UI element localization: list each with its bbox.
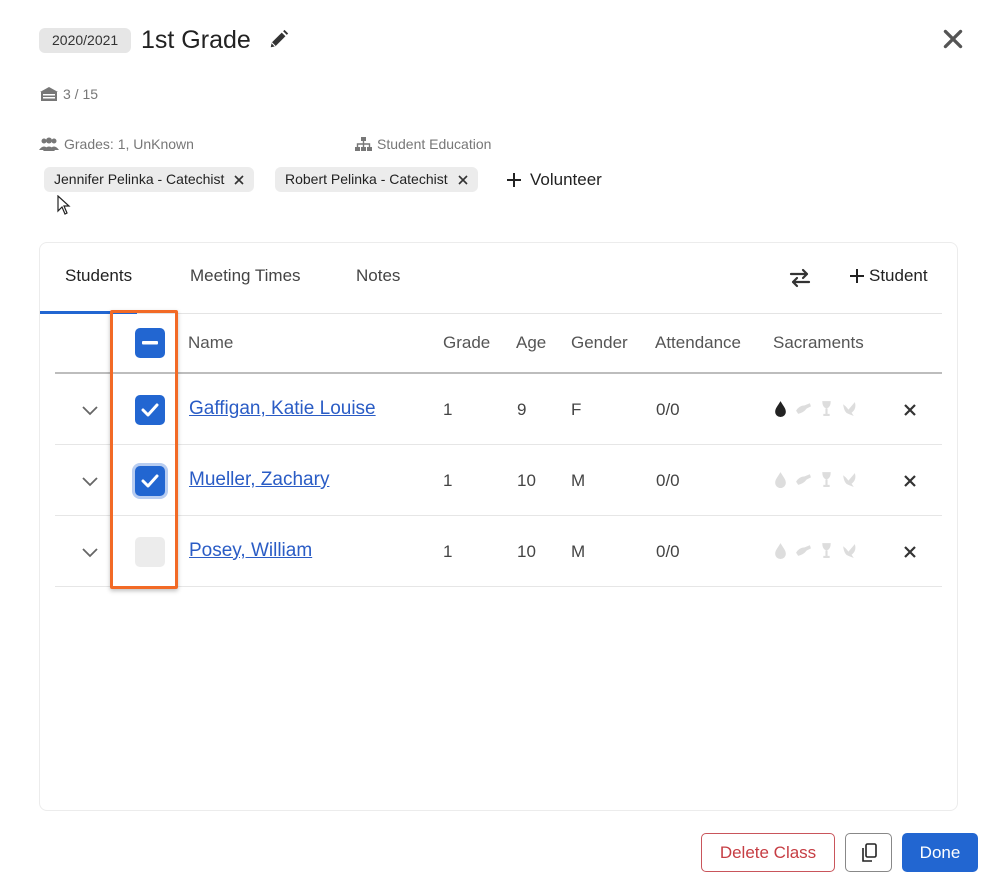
cell-attendance: 0/0 bbox=[656, 471, 680, 490]
copy-icon bbox=[861, 842, 877, 862]
volunteer-chip: Robert Pelinka - Catechist bbox=[275, 167, 478, 192]
cell-gender: M bbox=[571, 542, 586, 561]
column-header-name[interactable]: Name bbox=[188, 333, 233, 353]
dove-icon[interactable] bbox=[841, 400, 858, 417]
check-icon bbox=[141, 474, 159, 488]
check-icon bbox=[141, 403, 159, 417]
column-header-grade[interactable]: Grade bbox=[443, 333, 490, 353]
program-info: Student Education bbox=[355, 136, 491, 152]
chalice-icon[interactable] bbox=[818, 542, 835, 559]
classroom-icon bbox=[40, 87, 58, 101]
dove-icon[interactable] bbox=[841, 471, 858, 488]
add-student-label: Student bbox=[869, 266, 928, 285]
cell-age: 9 bbox=[517, 400, 527, 419]
chalice-icon[interactable] bbox=[818, 471, 835, 488]
row-checkbox[interactable] bbox=[135, 466, 165, 496]
add-volunteer-button[interactable]: Volunteer bbox=[506, 167, 602, 192]
cell-age: 10 bbox=[517, 542, 536, 561]
sacrament-icons bbox=[772, 400, 858, 417]
row-divider bbox=[55, 444, 942, 445]
grades-text: Grades: 1, UnKnown bbox=[64, 136, 194, 152]
row-checkbox[interactable] bbox=[135, 537, 165, 567]
chevron-down-icon[interactable] bbox=[80, 474, 100, 488]
volunteer-chip-label: Jennifer Pelinka - Catechist bbox=[54, 171, 225, 187]
chevron-down-icon[interactable] bbox=[80, 403, 100, 417]
sacrament-icons bbox=[772, 471, 858, 488]
remove-student-icon[interactable] bbox=[903, 474, 917, 488]
column-header-age[interactable]: Age bbox=[516, 333, 546, 353]
drop-icon[interactable] bbox=[772, 400, 789, 417]
remove-student-icon[interactable] bbox=[903, 403, 917, 417]
cell-attendance: 0/0 bbox=[656, 400, 680, 419]
add-volunteer-label: Volunteer bbox=[530, 170, 602, 189]
row-divider bbox=[55, 515, 942, 516]
row-divider bbox=[55, 586, 942, 587]
tab-notes[interactable]: Notes bbox=[356, 266, 400, 286]
chevron-down-icon[interactable] bbox=[80, 545, 100, 559]
capacity: 3 / 15 bbox=[39, 86, 98, 102]
student-name-link[interactable]: Posey, William bbox=[189, 540, 312, 562]
row-checkbox[interactable] bbox=[135, 395, 165, 425]
mouse-cursor-icon bbox=[57, 195, 71, 215]
add-student-button[interactable]: Student bbox=[849, 266, 928, 286]
plus-icon bbox=[850, 269, 864, 283]
chalice-icon[interactable] bbox=[818, 400, 835, 417]
grades-info: Grades: 1, UnKnown bbox=[39, 136, 194, 152]
hands-icon[interactable] bbox=[795, 471, 812, 488]
volunteer-chip-label: Robert Pelinka - Catechist bbox=[285, 171, 448, 187]
hands-icon[interactable] bbox=[795, 400, 812, 417]
close-icon[interactable] bbox=[940, 26, 966, 52]
drop-icon[interactable] bbox=[772, 542, 789, 559]
year-badge: 2020/2021 bbox=[39, 28, 132, 53]
select-all-checkbox[interactable] bbox=[135, 328, 165, 358]
cell-grade: 1 bbox=[443, 400, 453, 419]
program-text: Student Education bbox=[377, 136, 492, 152]
student-name-link[interactable]: Mueller, Zachary bbox=[189, 469, 329, 491]
volunteer-chip: Jennifer Pelinka - Catechist bbox=[44, 167, 255, 192]
page-title: 1st Grade bbox=[141, 26, 251, 54]
cell-gender: M bbox=[571, 471, 586, 490]
done-button[interactable]: Done bbox=[902, 833, 978, 872]
copy-button[interactable] bbox=[845, 833, 892, 872]
hands-icon[interactable] bbox=[795, 542, 812, 559]
plus-icon bbox=[507, 172, 521, 187]
remove-student-icon[interactable] bbox=[903, 545, 917, 559]
remove-icon[interactable] bbox=[234, 174, 244, 185]
remove-icon[interactable] bbox=[458, 174, 468, 185]
header-divider bbox=[55, 372, 942, 374]
active-tab-indicator bbox=[40, 311, 137, 314]
cell-gender: F bbox=[571, 400, 582, 419]
drop-icon[interactable] bbox=[772, 471, 789, 488]
delete-class-button[interactable]: Delete Class bbox=[701, 833, 835, 872]
capacity-count: 3 / 15 bbox=[63, 86, 99, 102]
column-header-gender[interactable]: Gender bbox=[571, 333, 628, 353]
tab-meeting-times[interactable]: Meeting Times bbox=[190, 266, 301, 286]
cell-grade: 1 bbox=[443, 471, 453, 490]
swap-icon[interactable] bbox=[788, 266, 812, 290]
minus-icon bbox=[142, 341, 158, 345]
students-card bbox=[39, 242, 958, 811]
sacrament-icons bbox=[772, 542, 858, 559]
pencil-icon[interactable] bbox=[268, 28, 290, 50]
cell-attendance: 0/0 bbox=[656, 542, 680, 561]
student-name-link[interactable]: Gaffigan, Katie Louise bbox=[189, 398, 376, 420]
dove-icon[interactable] bbox=[841, 542, 858, 559]
cell-grade: 1 bbox=[443, 542, 453, 561]
sitemap-icon bbox=[355, 136, 372, 151]
users-icon bbox=[39, 137, 59, 151]
tab-students[interactable]: Students bbox=[65, 266, 132, 286]
cell-age: 10 bbox=[517, 471, 536, 490]
column-header-sacraments[interactable]: Sacraments bbox=[773, 333, 864, 353]
column-header-attendance[interactable]: Attendance bbox=[655, 333, 741, 353]
